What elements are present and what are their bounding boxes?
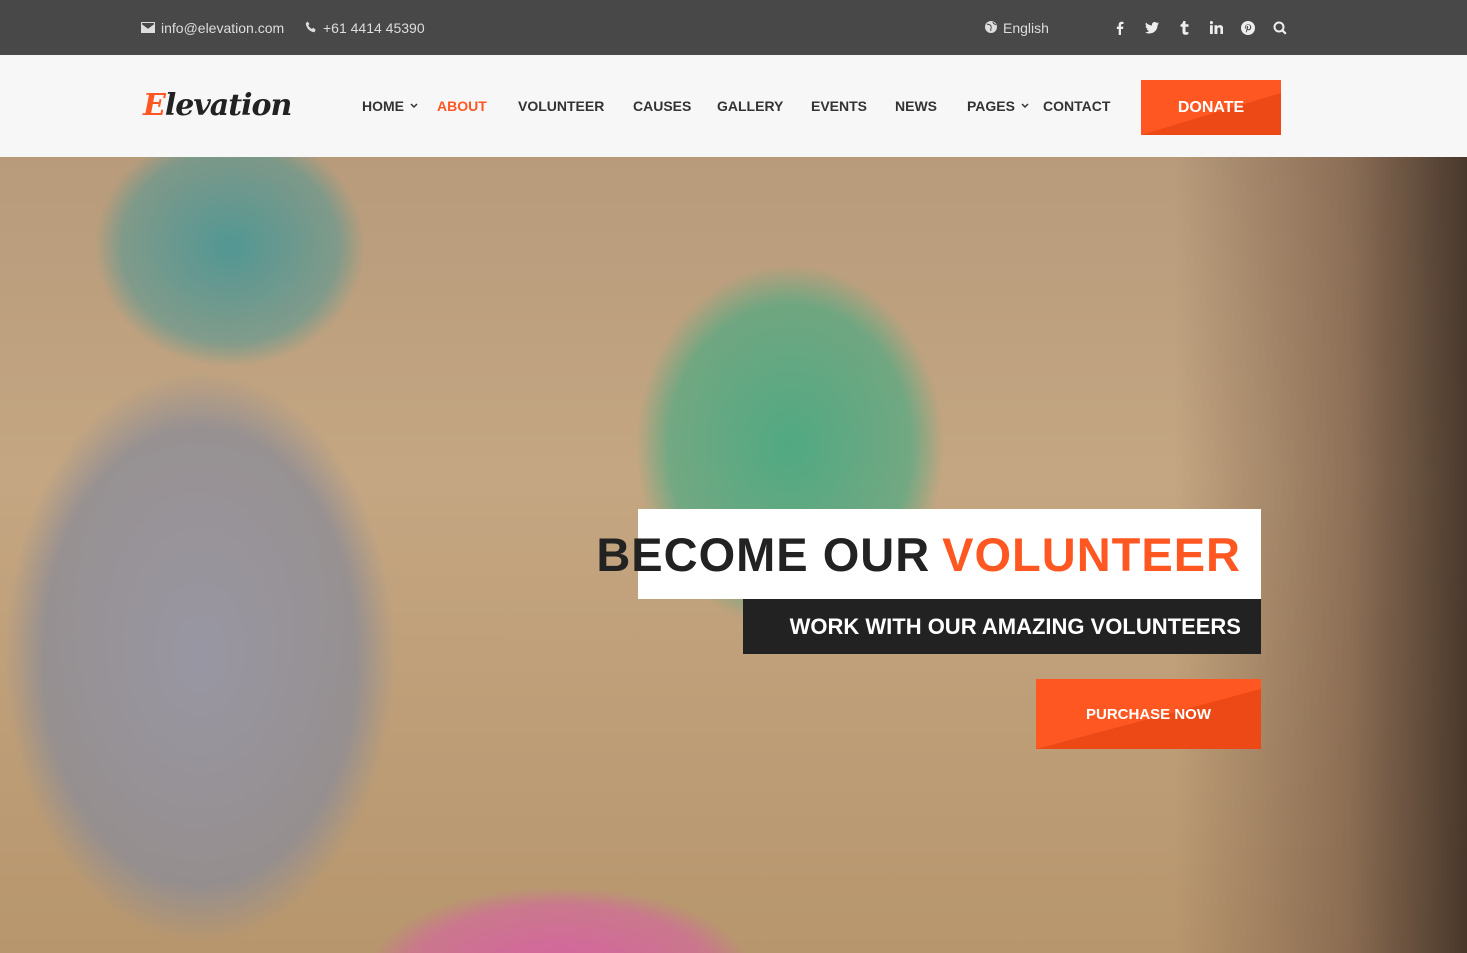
twitter-icon[interactable] (1136, 0, 1168, 55)
donate-label: DONATE (1177, 98, 1245, 116)
headline-accent: VOLUNTEER (942, 527, 1241, 581)
main-header: Elevation HOME ABOUT VOLUNTEER CAUSES GA… (0, 55, 1467, 157)
search-icon[interactable] (1264, 0, 1296, 55)
donate-button[interactable]: DONATE (1141, 80, 1281, 135)
logo-rest: levation (164, 88, 292, 123)
nav-events[interactable]: EVENTS (811, 55, 867, 157)
top-bar: info@elevation.com +61 4414 45390 Englis… (0, 0, 1467, 55)
phone-contact[interactable]: +61 4414 45390 (305, 0, 425, 55)
nav-events-label: EVENTS (811, 98, 868, 114)
hero-banner: BECOME OUR VOLUNTEER WORK WITH OUR AMAZI… (0, 157, 1467, 953)
nav-gallery-label: GALLERY (717, 98, 784, 114)
nav-volunteer[interactable]: VOLUNTEER (518, 55, 604, 157)
nav-causes-label: CAUSES (633, 98, 692, 114)
tumblr-icon[interactable] (1168, 0, 1200, 55)
pinterest-icon[interactable] (1232, 0, 1264, 55)
nav-news-label: NEWS (895, 98, 937, 114)
language-label: English (1003, 19, 1049, 36)
facebook-icon[interactable] (1104, 0, 1136, 55)
nav-causes[interactable]: CAUSES (633, 55, 691, 157)
hero-subheadline: WORK WITH OUR AMAZING VOLUNTEERS (743, 599, 1261, 654)
linkedin-icon[interactable] (1200, 0, 1232, 55)
social-links (1104, 0, 1296, 55)
phone-text: +61 4414 45390 (323, 19, 425, 36)
envelope-icon (141, 20, 155, 36)
nav-pages[interactable]: PAGES (967, 55, 1029, 157)
hero-headline: BECOME OUR VOLUNTEER (596, 509, 1261, 599)
logo-first-letter: E (143, 88, 166, 123)
headline-plain: BECOME OUR (596, 527, 931, 581)
site-logo[interactable]: Elevation (143, 88, 292, 123)
email-text: info@elevation.com (161, 19, 285, 36)
email-contact[interactable]: info@elevation.com (141, 0, 284, 55)
nav-contact[interactable]: CONTACT (1043, 55, 1110, 157)
nav-home-label: HOME (362, 98, 404, 114)
language-selector[interactable]: English (985, 0, 1049, 55)
chevron-down-icon (1021, 103, 1029, 109)
nav-about[interactable]: ABOUT (437, 55, 487, 157)
nav-pages-label: PAGES (967, 98, 1015, 114)
nav-contact-label: CONTACT (1043, 98, 1111, 114)
nav-volunteer-label: VOLUNTEER (518, 98, 605, 114)
chevron-down-icon (410, 103, 418, 109)
globe-icon (985, 20, 997, 36)
nav-news[interactable]: NEWS (895, 55, 937, 157)
nav-about-label: ABOUT (437, 98, 487, 114)
nav-home[interactable]: HOME (362, 55, 418, 157)
nav-gallery[interactable]: GALLERY (717, 55, 783, 157)
subheadline-text: WORK WITH OUR AMAZING VOLUNTEERS (789, 613, 1241, 639)
purchase-now-label: PURCHASE NOW (1085, 705, 1211, 723)
purchase-now-button[interactable]: PURCHASE NOW (1036, 679, 1261, 749)
phone-icon (305, 20, 317, 36)
